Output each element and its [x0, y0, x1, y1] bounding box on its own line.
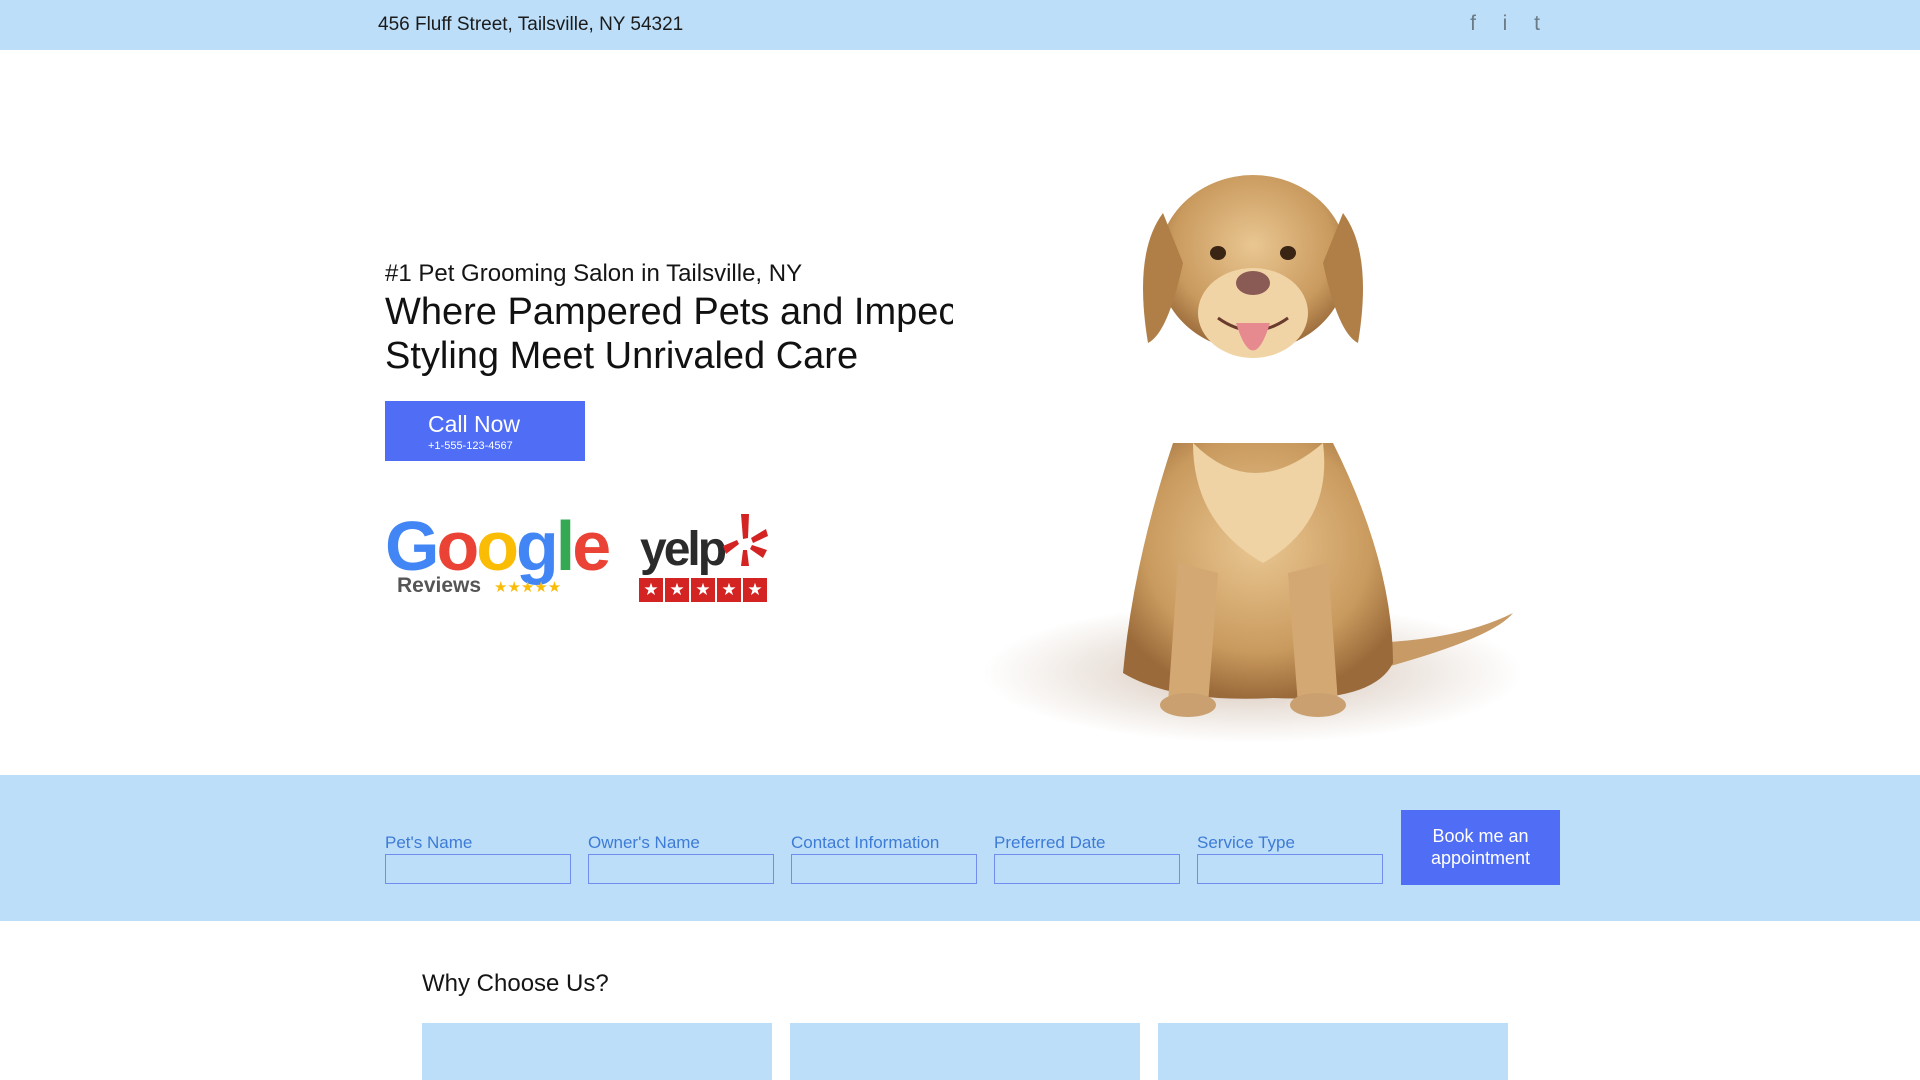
pets-name-input[interactable] [385, 854, 571, 884]
pets-name-field: Pet's Name [385, 833, 571, 884]
preferred-date-input[interactable] [994, 854, 1180, 884]
feature-card [790, 1023, 1140, 1080]
booking-form: Pet's Name Owner's Name Contact Informat… [0, 775, 1920, 921]
feature-card [1158, 1023, 1508, 1080]
google-reviews-badge[interactable]: Google Reviews ★★★★★ [385, 507, 611, 602]
hero-subtitle: #1 Pet Grooming Salon in Tailsville, NY [385, 260, 803, 287]
why-choose-us-heading: Why Choose Us? [422, 970, 609, 997]
contact-information-label: Contact Information [791, 833, 940, 852]
owners-name-input[interactable] [588, 854, 774, 884]
service-type-field: Service Type [1197, 833, 1383, 884]
social-links: f i t [1468, 12, 1542, 36]
phone-number: +1-555-123-4567 [428, 440, 513, 452]
feature-card [422, 1023, 772, 1080]
yelp-reviews-badge[interactable]: yelp ★ ★ ★ ★ ★ [638, 512, 768, 604]
call-now-button[interactable]: Call Now +1-555-123-4567 [385, 401, 585, 461]
yelp-burst-icon [723, 514, 768, 566]
pets-name-label: Pet's Name [385, 833, 473, 852]
owners-name-label: Owner's Name [588, 833, 700, 852]
yelp-star: ★ [717, 578, 741, 602]
contact-information-input[interactable] [791, 854, 977, 884]
yelp-logo: yelp [640, 523, 727, 576]
service-type-label: Service Type [1197, 833, 1295, 852]
yelp-star: ★ [639, 578, 663, 602]
facebook-icon[interactable]: f [1468, 12, 1478, 36]
top-bar: 456 Fluff Street, Tailsville, NY 54321 f… [0, 0, 1920, 50]
google-logo: Google [385, 507, 611, 585]
yelp-star: ★ [691, 578, 715, 602]
preferred-date-field: Preferred Date [994, 833, 1180, 884]
yelp-star: ★ [743, 578, 767, 602]
yelp-star-rating: ★ ★ ★ ★ ★ [639, 578, 767, 602]
google-reviews-label: Reviews [397, 574, 482, 597]
yelp-star: ★ [665, 578, 689, 602]
owners-name-field: Owner's Name [588, 833, 774, 884]
address-text: 456 Fluff Street, Tailsville, NY 54321 [378, 14, 684, 35]
contact-information-field: Contact Information [791, 833, 977, 884]
instagram-icon[interactable]: i [1500, 12, 1510, 36]
call-now-label: Call Now [428, 411, 521, 437]
service-type-input[interactable] [1197, 854, 1383, 884]
google-star-rating: ★★★★★ [494, 579, 562, 596]
book-appointment-button[interactable]: Book me an appointment [1401, 810, 1560, 885]
dog-illustration [953, 143, 1560, 750]
twitter-icon[interactable]: t [1532, 12, 1542, 36]
preferred-date-label: Preferred Date [994, 833, 1106, 852]
